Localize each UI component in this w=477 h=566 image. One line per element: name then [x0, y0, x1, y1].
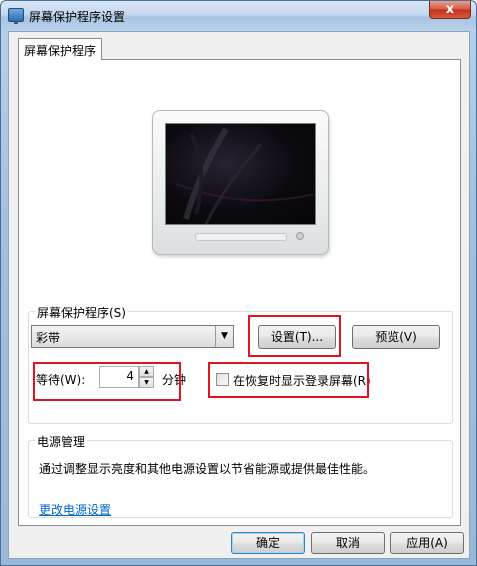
- wait-unit-label: 分钟: [162, 373, 187, 387]
- monitor-bezel-slot: [195, 233, 287, 241]
- apply-button[interactable]: 应用(A): [390, 532, 464, 554]
- power-group-label: 电源管理: [35, 433, 88, 450]
- settings-button[interactable]: 设置(T)...: [258, 325, 336, 349]
- wait-label: 等待(W):: [36, 373, 86, 387]
- resume-logon-checkbox[interactable]: [216, 373, 229, 386]
- chevron-up-icon[interactable]: ▲: [139, 366, 154, 377]
- dialog-window: 屏幕保护程序设置 x 屏幕保护程序 屏幕保护程序(S) 彩带 ▼ 设置(T)..…: [0, 0, 477, 566]
- screensaver-select[interactable]: 彩带 ▼: [31, 325, 234, 348]
- window-title: 屏幕保护程序设置: [29, 10, 126, 24]
- close-button[interactable]: x: [429, 1, 471, 19]
- tab-label: 屏幕保护程序: [24, 44, 97, 58]
- power-indicator-icon: [296, 232, 304, 240]
- screensaver-group-label: 屏幕保护程序(S): [35, 304, 128, 321]
- tab-screensaver[interactable]: 屏幕保护程序: [18, 38, 102, 60]
- screensaver-selected-value: 彩带: [36, 331, 61, 345]
- display-settings-icon: [8, 8, 24, 24]
- monitor-preview: [152, 110, 329, 255]
- chevron-down-icon[interactable]: ▼: [215, 326, 233, 347]
- ribbons-preview-graphic: [175, 127, 315, 224]
- tab-panel: 屏幕保护程序(S) 彩带 ▼ 设置(T)... 预览(V) 等待(W): 4 ▲…: [18, 59, 461, 526]
- power-description: 通过调整显示亮度和其他电源设置以节省能源或提供最佳性能。: [39, 462, 376, 476]
- resume-logon-label[interactable]: 在恢复时显示登录屏幕(R): [233, 372, 371, 389]
- close-icon: x: [445, 2, 455, 17]
- dialog-client-area: 屏幕保护程序 屏幕保护程序(S) 彩带 ▼ 设置(T)... 预览(V) 等待(…: [8, 31, 470, 559]
- wait-minutes-stepper[interactable]: ▲ ▼: [139, 366, 154, 388]
- cancel-button[interactable]: 取消: [311, 532, 385, 554]
- chevron-down-icon[interactable]: ▼: [139, 377, 154, 388]
- change-power-settings-link[interactable]: 更改电源设置: [39, 501, 111, 518]
- ok-button[interactable]: 确定: [231, 532, 305, 554]
- title-bar[interactable]: 屏幕保护程序设置 x: [1, 1, 476, 31]
- preview-screen: [165, 123, 316, 225]
- preview-button[interactable]: 预览(V): [352, 325, 440, 349]
- wait-minutes-input[interactable]: 4: [99, 366, 139, 388]
